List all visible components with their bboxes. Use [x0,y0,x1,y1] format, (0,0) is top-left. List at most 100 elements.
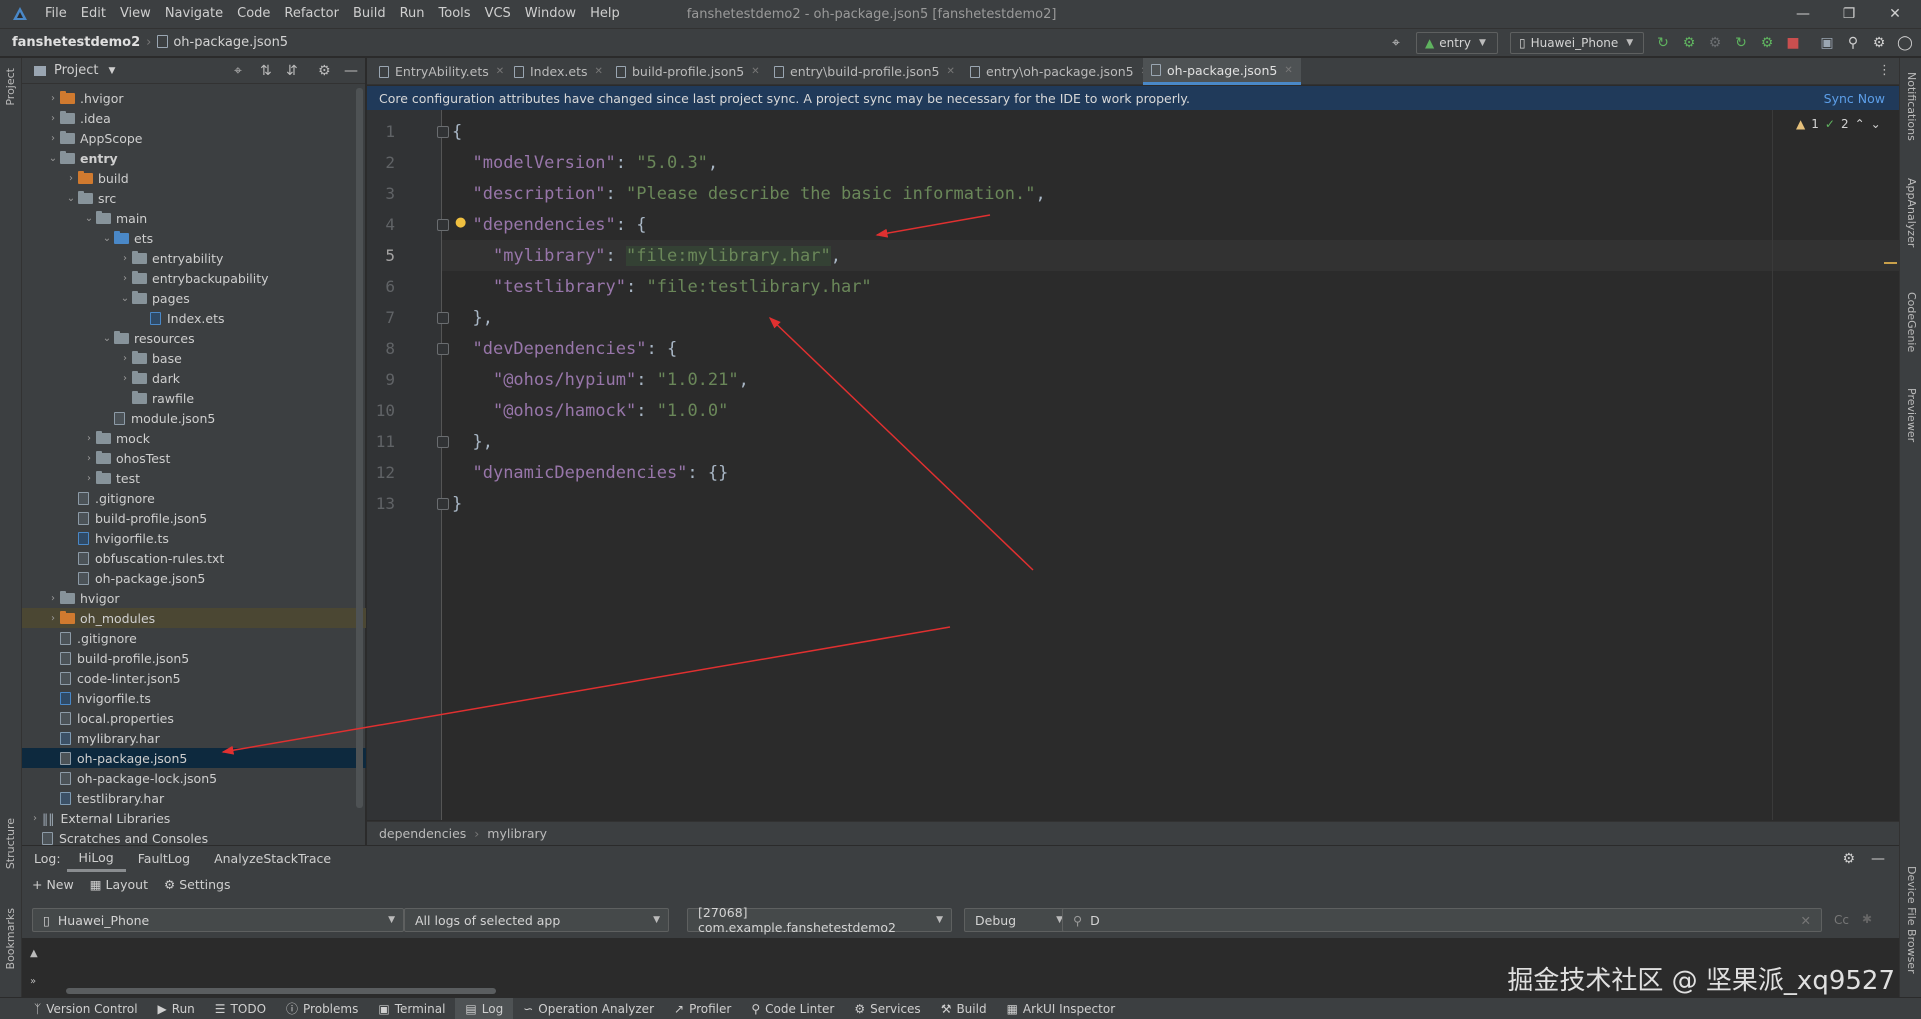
menu-run[interactable]: Run [393,0,432,28]
chevron-right-icon[interactable]: › [46,613,60,624]
collapse-all-icon[interactable]: ⇵ [286,63,298,79]
close-icon[interactable]: ✕ [1872,0,1918,28]
device-file-browser-tool-button[interactable]: Device File Browser [1905,866,1918,974]
breadcrumb-dependencies[interactable]: dependencies [379,826,466,841]
menu-code[interactable]: Code [230,0,277,28]
tree-item[interactable]: › dark [22,368,366,388]
tree-item[interactable]: ⌄ pages [22,288,366,308]
code-line[interactable]: "dependencies": { [452,209,646,240]
breadcrumb-file[interactable]: oh-package.json5 [173,35,288,50]
project-scrollbar[interactable] [356,88,363,808]
chevron-right-icon[interactable]: › [118,353,132,364]
run-icon[interactable]: ↻ [1654,34,1672,52]
tree-item[interactable]: .gitignore [22,628,366,648]
problems-tool-button[interactable]: ⓘ Problems [276,1000,368,1017]
menu-vcs[interactable]: VCS [478,0,518,28]
menu-refactor[interactable]: Refactor [277,0,346,28]
code-editor[interactable]: 1 2 3 4 5 6 7 8 9 10 11 12 13 { "modelVersion": "5.0… [367,110,1899,820]
tree-item[interactable]: ⌄ resources [22,328,366,348]
tab-analyze-stack-trace[interactable]: AnalyzeStackTrace [202,846,343,872]
device-manager-icon[interactable]: ▣ [1818,34,1836,52]
menu-navigate[interactable]: Navigate [158,0,230,28]
chevron-right-icon[interactable]: › [118,373,132,384]
profile-icon[interactable]: ⚙ [1758,34,1776,52]
chevron-down-icon[interactable]: ⌄ [46,153,60,164]
bookmarks-tool-button[interactable]: Bookmarks [4,908,17,969]
chevron-down-icon[interactable]: ▼ [108,66,115,76]
tab-entry-build-profile[interactable]: entry\build-profile.json5 ✕ [766,58,963,85]
tree-item[interactable]: › .hvigor [22,88,366,108]
log-process-select[interactable]: [27068] com.example.fanshetestdemo2 ▼ [687,905,952,935]
scroll-up-icon[interactable]: ▲ [30,948,38,959]
tree-item[interactable]: › base [22,348,366,368]
run-tool-button[interactable]: ▶ Run [148,1002,205,1016]
breadcrumb-mylibrary[interactable]: mylibrary [487,826,547,841]
tree-item[interactable]: › AppScope [22,128,366,148]
tree-item[interactable]: › hvigor [22,588,366,608]
project-tool-button[interactable]: Project [4,68,17,106]
tree-item[interactable]: hvigorfile.ts [22,688,366,708]
layout-button[interactable]: ▦ Layout [80,877,154,892]
new-log-button[interactable]: + New [22,877,80,892]
code-line[interactable]: "@ohos/hamock": "1.0.0" [452,395,728,426]
chevron-right-icon[interactable]: › [28,813,42,824]
close-tab-icon[interactable]: ✕ [595,66,603,77]
previewer-tool-button[interactable]: Previewer [1905,388,1918,442]
more-tabs-icon[interactable]: ⋮ [1878,63,1891,78]
warning-stripe-mark[interactable] [1884,262,1897,264]
codegenie-tool-button[interactable]: CodeGenie [1905,292,1918,352]
match-case-toggle[interactable]: Cc [1834,913,1849,927]
chevron-right-icon[interactable]: › [82,473,96,484]
expand-all-icon[interactable]: ⇅ [260,63,272,79]
tree-item[interactable]: ⌄ src [22,188,366,208]
chevron-right-icon[interactable]: › [118,253,132,264]
chevron-down-icon[interactable]: ⌄ [100,333,114,344]
tree-item[interactable]: hvigorfile.ts [22,528,366,548]
tree-item[interactable]: code-linter.json5 [22,668,366,688]
build-tool-button[interactable]: ⚒ Build [931,1002,997,1016]
tree-item[interactable]: › test [22,468,366,488]
tab-entry-oh-package[interactable]: entry\oh-package.json5✕ [962,58,1157,85]
menu-edit[interactable]: Edit [74,0,113,28]
hide-panel-icon[interactable]: — [1871,851,1885,867]
chevron-right-icon[interactable]: › [46,593,60,604]
menu-window[interactable]: Window [518,0,583,28]
attach-debugger-icon[interactable]: ⚙ [1706,34,1724,52]
settings-icon[interactable]: ⚙ [1870,34,1888,52]
code-line[interactable]: "modelVersion": "5.0.3", [452,147,718,178]
tree-item[interactable]: › entryability [22,248,366,268]
stop-icon[interactable]: ■ [1784,34,1802,52]
menu-view[interactable]: View [113,0,158,28]
tree-item[interactable]: › build [22,168,366,188]
clear-search-icon[interactable]: ✕ [1801,913,1811,928]
tree-item[interactable]: rawfile [22,388,366,408]
code-line[interactable]: }, [452,426,492,457]
tree-item[interactable]: local.properties [22,708,366,728]
log-device-select[interactable]: ▯ Huawei_Phone ▼ [32,908,404,932]
tree-item[interactable]: oh-package.json5 [22,568,366,588]
chevron-right-icon[interactable]: › [82,453,96,464]
minimize-icon[interactable]: — [1780,0,1826,28]
code-line[interactable]: "@ohos/hypium": "1.0.21", [452,364,749,395]
chevron-right-icon[interactable]: › [46,93,60,104]
tree-item[interactable]: › mock [22,428,366,448]
chevron-down-icon[interactable]: ⌄ [1871,117,1881,131]
tree-item[interactable]: › entrybackupability [22,268,366,288]
panel-settings-icon[interactable]: ⚙ [318,63,331,79]
close-tab-icon[interactable]: ✕ [946,66,954,77]
fold-marker-icon[interactable] [437,343,449,355]
tab-index-ets[interactable]: Index.ets ✕ [506,58,611,85]
hide-panel-icon[interactable]: — [344,63,358,79]
sync-now-link[interactable]: Sync Now [1824,91,1885,106]
terminal-tool-button[interactable]: ▣ Terminal [368,1002,455,1016]
scroll-end-icon[interactable]: » [30,976,36,987]
tree-item[interactable]: › .idea [22,108,366,128]
tab-faultlog[interactable]: FaultLog [126,846,202,872]
chevron-up-icon[interactable]: ⌃ [1855,117,1865,131]
menu-build[interactable]: Build [346,0,393,28]
fold-marker-icon[interactable] [437,312,449,324]
tree-item[interactable]: › ‖‖ External Libraries [22,808,366,828]
tree-item[interactable]: ⌄ main [22,208,366,228]
tree-item[interactable]: mylibrary.har [22,728,366,748]
log-settings-icon[interactable]: ⚙ [1842,851,1855,867]
